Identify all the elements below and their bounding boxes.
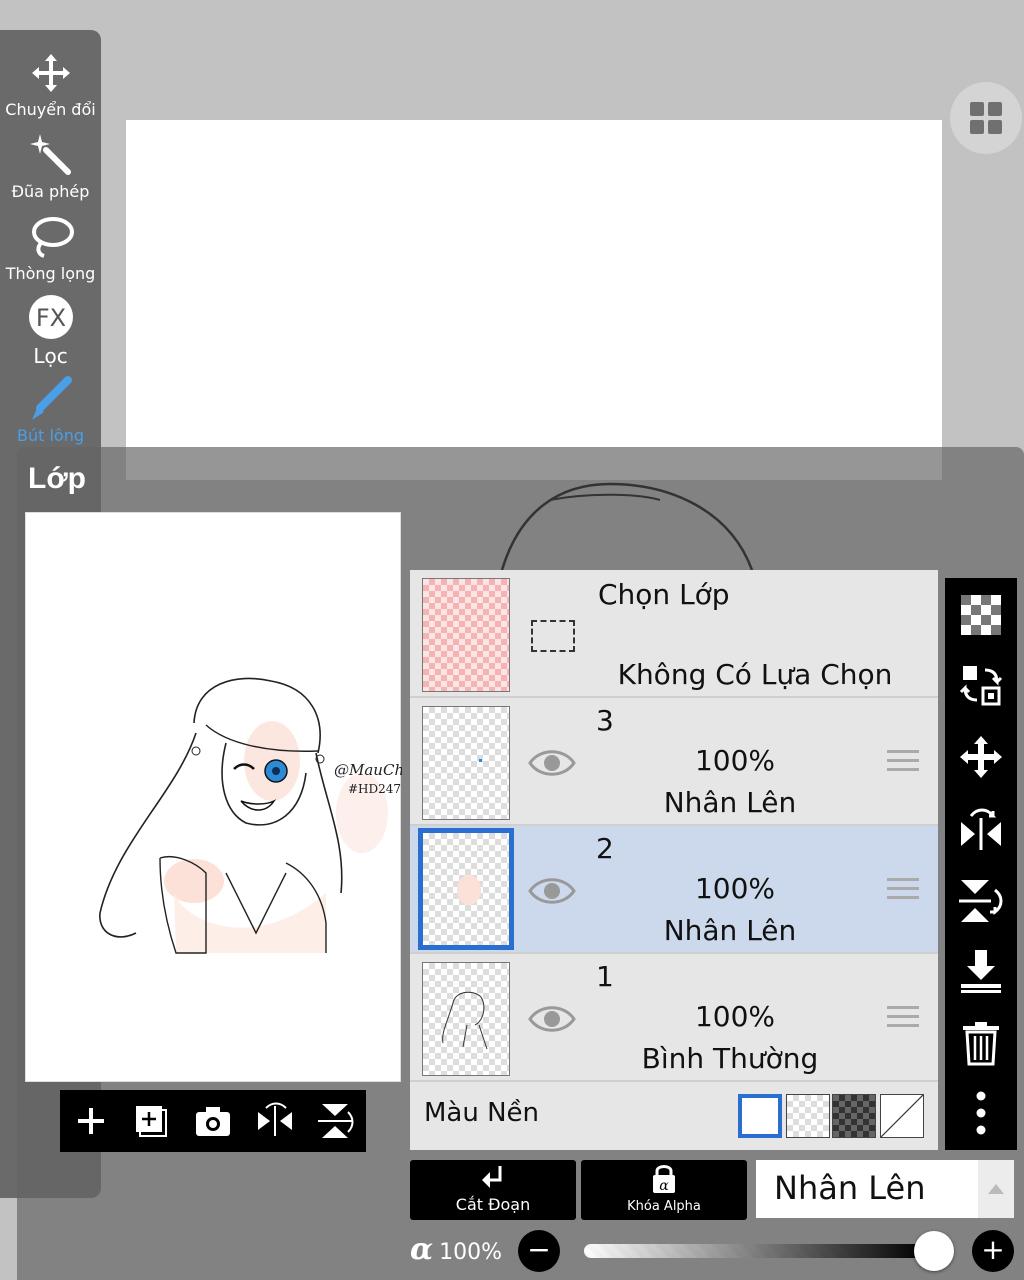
grid-icon — [970, 102, 984, 116]
move-icon[interactable] — [959, 734, 1003, 780]
grid-icon — [988, 102, 1002, 116]
clipping-label: Cắt Đoạn — [455, 1195, 531, 1214]
layer-row-3[interactable]: 3 100% Nhân Lên — [410, 698, 938, 826]
blend-mode-select[interactable]: Nhân Lên — [756, 1160, 978, 1218]
opacity-decrease-button[interactable]: − — [518, 1230, 560, 1272]
marquee-icon — [531, 620, 575, 652]
layer-blend-mode: Bình Thường — [641, 1042, 819, 1075]
tool-label: Đũa phép — [11, 182, 90, 201]
flip-vertical-icon[interactable] — [959, 878, 1003, 924]
layer-thumbnail — [422, 706, 510, 820]
eye-icon[interactable] — [528, 746, 576, 780]
svg-text:α: α — [659, 1178, 669, 1194]
bg-swatch-dark[interactable] — [832, 1094, 876, 1138]
opacity-slider[interactable] — [584, 1244, 924, 1258]
layer-row-2[interactable]: 2 100% Nhân Lên — [410, 826, 938, 954]
layer-number: 2 — [596, 832, 614, 865]
layer-blend-mode: Nhân Lên — [663, 786, 797, 819]
add-layer-icon[interactable] — [70, 1100, 112, 1142]
layer-opacity: 100% — [694, 1000, 776, 1033]
tool-label: Thòng lọng — [5, 264, 96, 283]
flip-vertical-icon[interactable] — [314, 1100, 356, 1142]
selection-title: Chọn Lớp — [598, 578, 730, 611]
right-toolbar — [945, 578, 1017, 1150]
signature-tag: #HD247 — [348, 782, 401, 796]
layer-number: 1 — [596, 960, 614, 993]
layer-action-bar — [60, 1090, 366, 1152]
more-options-icon[interactable] — [959, 1090, 1003, 1136]
tool-label: Bút lông — [16, 426, 84, 445]
eye-icon[interactable] — [528, 874, 576, 908]
grid-icon — [970, 120, 984, 134]
tool-label: Chuyển đổi — [5, 100, 96, 119]
bg-swatch-none[interactable] — [880, 1094, 924, 1138]
background-color-row: Màu Nền — [410, 1082, 938, 1150]
drag-handle-icon[interactable] — [887, 878, 919, 900]
tool-filter[interactable]: FX Lọc — [0, 294, 101, 368]
eye-icon[interactable] — [528, 1002, 576, 1036]
layer-thumbnail — [422, 962, 510, 1076]
alpha-symbol: α — [410, 1232, 434, 1267]
lasso-icon — [31, 217, 74, 258]
grid-menu-button[interactable] — [950, 82, 1022, 154]
clipping-button[interactable]: Cắt Đoạn — [410, 1160, 576, 1220]
layer-thumbnail — [418, 828, 514, 950]
flip-horizontal-icon[interactable] — [959, 806, 1003, 852]
magic-wand-icon — [29, 134, 71, 175]
drag-handle-icon[interactable] — [887, 750, 919, 772]
selection-thumbnail — [422, 578, 510, 692]
camera-icon[interactable] — [192, 1100, 234, 1142]
artwork-thumbnail: @MauChen #HD247 — [99, 677, 423, 954]
triangle-up-icon — [988, 1184, 1004, 1194]
swap-layer-icon[interactable] — [959, 662, 1003, 708]
fx-filter-icon: FX — [28, 295, 73, 339]
opacity-slider-handle[interactable] — [914, 1231, 954, 1271]
bg-swatch-white[interactable] — [738, 1094, 782, 1138]
grid-icon — [988, 120, 1002, 134]
tool-label: Lọc — [33, 344, 68, 368]
selection-layer-row[interactable]: Chọn Lớp Không Có Lựa Chọn — [410, 570, 938, 698]
drawing-canvas[interactable] — [126, 120, 942, 480]
tool-transform[interactable]: Chuyển đổi — [0, 50, 101, 119]
alpha-lock-label: Khóa Alpha — [627, 1199, 701, 1214]
merge-down-icon[interactable] — [959, 948, 1003, 994]
layer-opacity: 100% — [694, 744, 776, 777]
opacity-readout: α 100% — [410, 1232, 502, 1267]
move-arrows-icon — [31, 54, 70, 92]
signature-text: @MauChen — [334, 761, 402, 779]
lock-icon: α — [653, 1165, 675, 1194]
background-label: Màu Nền — [424, 1098, 540, 1128]
flip-horizontal-icon[interactable] — [254, 1100, 296, 1142]
blend-mode-arrow-button[interactable] — [978, 1160, 1014, 1218]
trash-icon[interactable] — [959, 1020, 1003, 1066]
checker-transparency-icon[interactable] — [959, 592, 1003, 638]
canvas-preview: @MauChen #HD247 — [25, 512, 423, 1082]
tool-brush[interactable]: Bút lông — [0, 376, 101, 445]
layer-blend-mode: Nhân Lên — [663, 914, 797, 947]
opacity-value: 100% — [439, 1240, 502, 1265]
brush-icon — [31, 376, 72, 420]
clipping-arrow-icon — [482, 1166, 502, 1188]
opacity-increase-button[interactable]: + — [972, 1230, 1014, 1272]
layers-list: Chọn Lớp Không Có Lựa Chọn 3 100% Nhân L… — [410, 570, 938, 1150]
layer-row-1[interactable]: 1 100% Bình Thường — [410, 954, 938, 1082]
add-layer-copy-icon[interactable] — [130, 1100, 172, 1142]
svg-text:FX: FX — [35, 304, 65, 332]
panel-title: Lớp — [28, 462, 86, 495]
drag-handle-icon[interactable] — [887, 1006, 919, 1028]
bg-swatch-transparent[interactable] — [786, 1094, 830, 1138]
layer-number: 3 — [596, 704, 614, 737]
alpha-lock-button[interactable]: α Khóa Alpha — [581, 1160, 747, 1220]
layer-opacity: 100% — [694, 872, 776, 905]
selection-status: Không Có Lựa Chọn — [617, 658, 893, 691]
tool-lasso[interactable]: Thòng lọng — [0, 214, 101, 283]
tool-magic-wand[interactable]: Đũa phép — [0, 132, 101, 201]
